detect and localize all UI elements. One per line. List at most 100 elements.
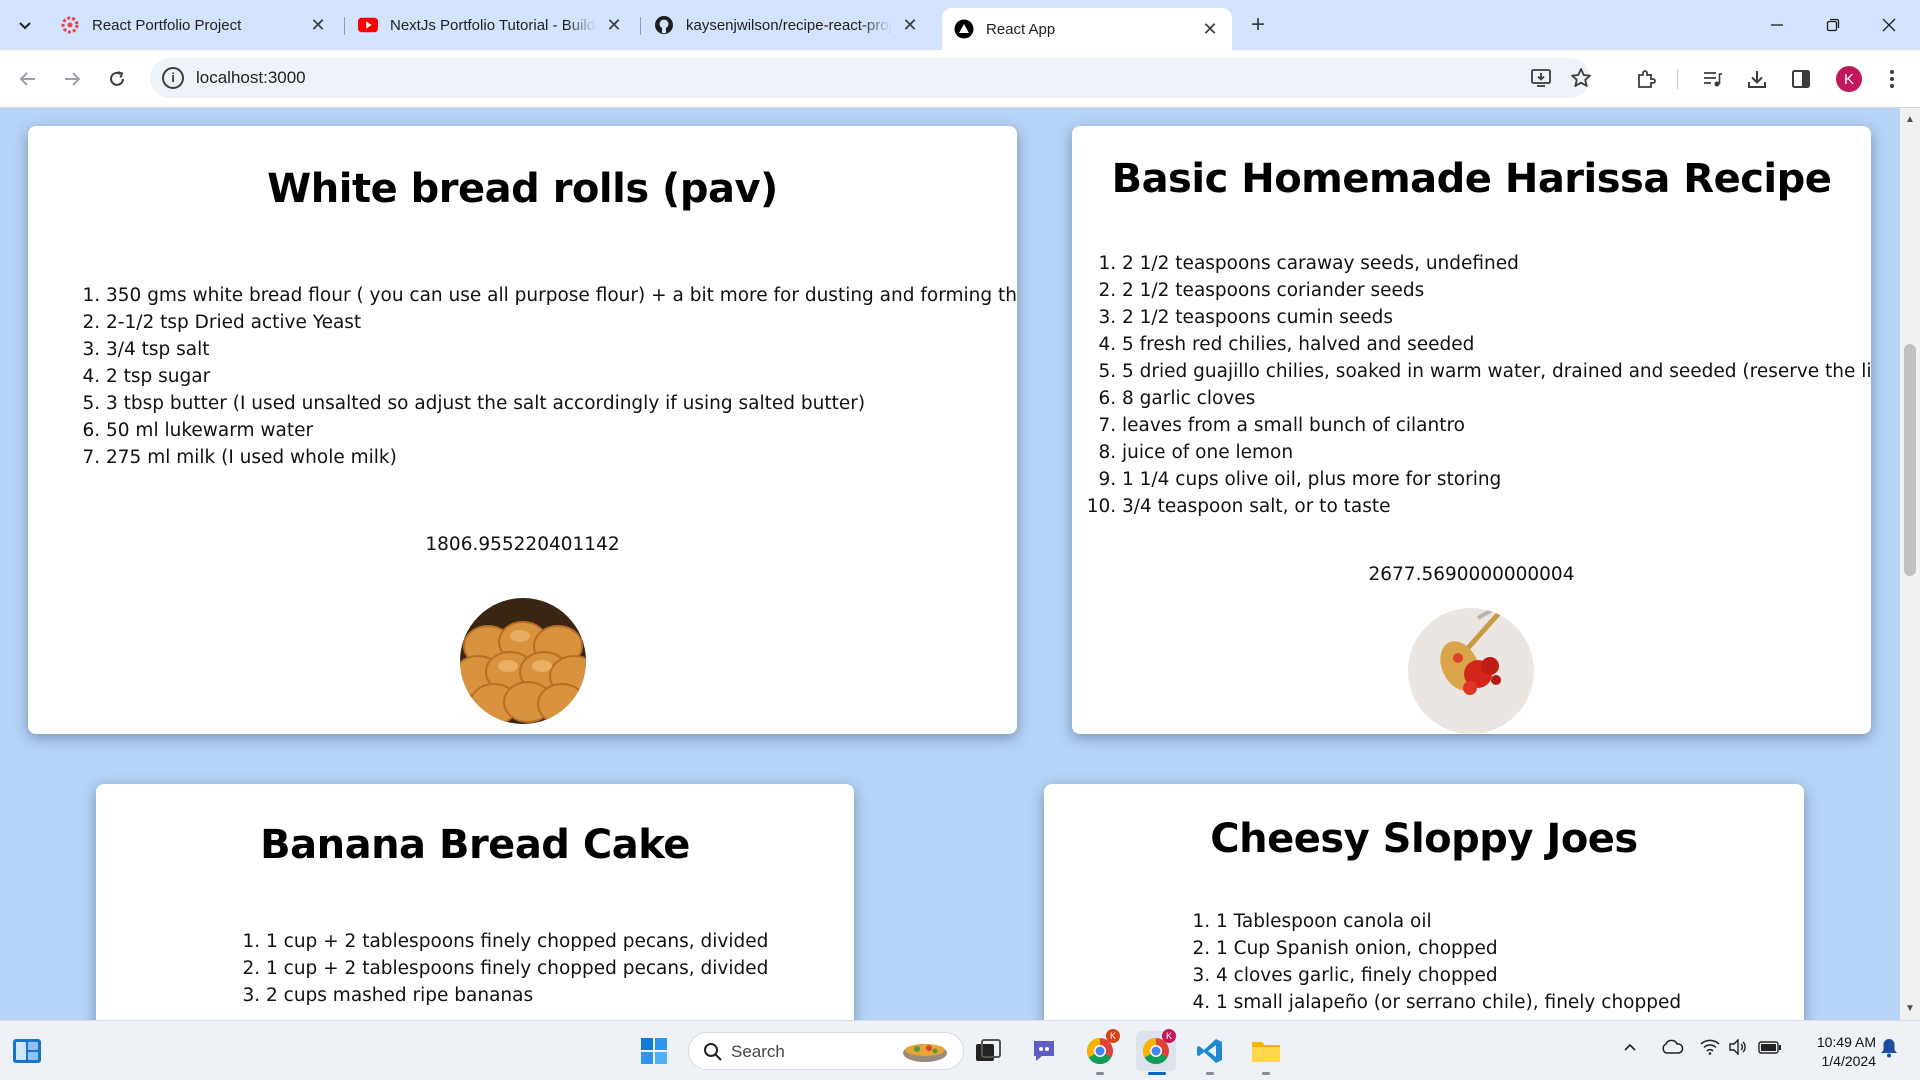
page-viewport: White bread rolls (pav) 350 gms white br… — [0, 108, 1900, 1020]
ingredient-item: 50 ml lukewarm water — [106, 417, 1017, 444]
bookmark-star-icon[interactable] — [1570, 67, 1592, 94]
wifi-icon[interactable] — [1700, 1039, 1720, 1060]
ingredient-item: 2 1/2 teaspoons caraway seeds, undefined — [1122, 250, 1871, 277]
ingredient-item: 5 dried guajillo chilies, soaked in warm… — [1122, 358, 1871, 385]
downloads-button[interactable] — [1741, 63, 1773, 95]
ingredient-item: leaves from a small bunch of cilantro — [1122, 412, 1871, 439]
minimize-button[interactable] — [1750, 6, 1804, 44]
task-view-icon — [976, 1039, 1001, 1061]
puzzle-icon — [1638, 70, 1656, 88]
toolbar-divider — [1677, 69, 1678, 89]
tab-search-button[interactable] — [10, 11, 40, 39]
ingredient-list: 1 cup + 2 tablespoons finely chopped pec… — [234, 928, 768, 1009]
recipe-card: Basic Homemade Harissa Recipe 2 1/2 teas… — [1072, 126, 1871, 734]
ingredient-item: 2-1/2 tsp Dried active Yeast — [106, 309, 1017, 336]
scroll-down-icon[interactable]: ▼ — [1905, 1003, 1915, 1014]
speaker-icon[interactable] — [1728, 1038, 1748, 1060]
playlist-icon — [1704, 72, 1722, 87]
restore-button[interactable] — [1806, 6, 1860, 44]
start-button[interactable] — [634, 1031, 674, 1071]
reload-button[interactable] — [101, 63, 133, 95]
back-button[interactable] — [12, 63, 44, 95]
media-controls-button[interactable] — [1696, 63, 1728, 95]
windows-logo-icon — [641, 1038, 667, 1064]
system-clock[interactable]: 10:49 AM 1/4/2024 — [1796, 1033, 1876, 1071]
chevron-down-icon — [19, 22, 31, 30]
clock-time: 10:49 AM — [1816, 1034, 1876, 1050]
ingredient-item: 2 1/2 teaspoons coriander seeds — [1122, 277, 1871, 304]
widgets-icon[interactable] — [12, 1038, 42, 1069]
active-indicator — [1148, 1072, 1166, 1075]
teams-chat-icon — [1034, 1041, 1054, 1061]
profile-badge: K — [1162, 1029, 1176, 1043]
ingredient-item: 2 1/2 teaspoons cumin seeds — [1122, 304, 1871, 331]
chrome-menu-button[interactable] — [1876, 63, 1908, 95]
ingredient-item: 2 tsp sugar — [106, 363, 1017, 390]
tab-title: React Portfolio Project — [92, 16, 242, 34]
folder-icon — [1252, 1042, 1280, 1062]
site-info-icon[interactable]: i — [162, 67, 184, 89]
tab-react-app[interactable]: React App ✕ — [942, 8, 1232, 50]
ingredient-item: 1 Cup Spanish onion, chopped — [1216, 935, 1681, 962]
tab-title: NextJs Portfolio Tutorial - Build — [390, 16, 596, 34]
profile-avatar[interactable]: K — [1836, 66, 1862, 92]
battery-icon[interactable] — [1758, 1039, 1782, 1060]
ingredient-item: 350 gms white bread flour ( you can use … — [106, 282, 1017, 309]
close-icon[interactable]: ✕ — [308, 15, 328, 35]
close-icon[interactable]: ✕ — [1200, 19, 1220, 39]
more-vertical-icon — [1890, 70, 1894, 88]
taskbar-search[interactable]: Search — [688, 1032, 964, 1070]
scrollbar-thumb[interactable] — [1904, 344, 1916, 576]
install-app-icon[interactable] — [1530, 67, 1552, 94]
tab-separator — [640, 17, 641, 35]
ingredient-item: 1 cup + 2 tablespoons finely chopped pec… — [266, 955, 768, 982]
recipe-card: Cheesy Sloppy Joes 1 Tablespoon canola o… — [1044, 784, 1804, 1020]
taskbar-file-explorer[interactable] — [1246, 1031, 1286, 1075]
taskbar-task-view[interactable] — [968, 1031, 1008, 1071]
address-url[interactable]: localhost:3000 — [196, 68, 306, 88]
notification-bell-icon[interactable] — [1880, 1038, 1898, 1063]
close-icon[interactable]: ✕ — [900, 15, 920, 35]
side-panel-button[interactable] — [1785, 63, 1817, 95]
running-indicator — [1096, 1072, 1104, 1075]
extensions-button[interactable] — [1630, 63, 1662, 95]
taskbar-vscode[interactable] — [1190, 1031, 1230, 1075]
arrow-left-icon — [19, 72, 35, 86]
bread-rolls-photo — [460, 598, 586, 724]
scroll-up-icon[interactable]: ▲ — [1905, 114, 1915, 125]
taskbar-teams[interactable] — [1024, 1031, 1064, 1071]
ingredient-item: 2 cups mashed ripe bananas — [266, 982, 768, 1009]
recipe-calories: 1806.955220401142 — [425, 534, 620, 555]
ingredient-item: juice of one lemon — [1122, 439, 1871, 466]
vscode-icon — [1197, 1039, 1222, 1063]
minimize-icon — [1771, 24, 1783, 26]
tab-react-portfolio[interactable]: React Portfolio Project ✕ — [48, 8, 340, 42]
tab-nextjs-tutorial[interactable]: NextJs Portfolio Tutorial - Build ✕ — [346, 8, 636, 42]
close-window-button[interactable] — [1862, 6, 1916, 44]
taskbar-chrome-1[interactable]: K — [1080, 1029, 1120, 1075]
ingredient-item: 5 fresh red chilies, halved and seeded — [1122, 331, 1871, 358]
vercel-triangle-icon — [954, 19, 974, 39]
search-icon — [704, 1043, 722, 1061]
address-bar[interactable]: i localhost:3000 — [150, 58, 1592, 98]
close-icon[interactable]: ✕ — [604, 15, 624, 35]
chevron-up-icon[interactable] — [1622, 1039, 1638, 1060]
bowl-illustration-icon — [903, 1044, 947, 1062]
ingredient-item: 1 cup + 2 tablespoons finely chopped pec… — [266, 928, 768, 955]
recipe-title: Cheesy Sloppy Joes — [1210, 816, 1638, 862]
taskbar-chrome-2[interactable]: K — [1136, 1029, 1176, 1075]
new-tab-button[interactable]: + — [1244, 11, 1272, 39]
search-label: Search — [731, 1042, 785, 1061]
github-icon — [654, 15, 674, 35]
close-icon — [1882, 18, 1896, 32]
onedrive-cloud-icon[interactable] — [1660, 1039, 1684, 1060]
ingredient-item: 1 1/4 cups olive oil, plus more for stor… — [1122, 466, 1871, 493]
windows-taskbar: Search K K 10:49 AM 1/4/2024 — [0, 1020, 1920, 1080]
forward-button[interactable] — [56, 63, 88, 95]
restore-icon — [1826, 18, 1840, 32]
recipe-title: White bread rolls (pav) — [267, 166, 778, 212]
page-scrollbar[interactable]: ▲ ▼ — [1900, 108, 1920, 1020]
ingredient-item: 3/4 tsp salt — [106, 336, 1017, 363]
ingredient-item: 1 small jalapeño (or serrano chile), fin… — [1216, 989, 1681, 1016]
tab-github-repo[interactable]: kaysenjwilson/recipe-react-proj ✕ — [642, 8, 932, 42]
